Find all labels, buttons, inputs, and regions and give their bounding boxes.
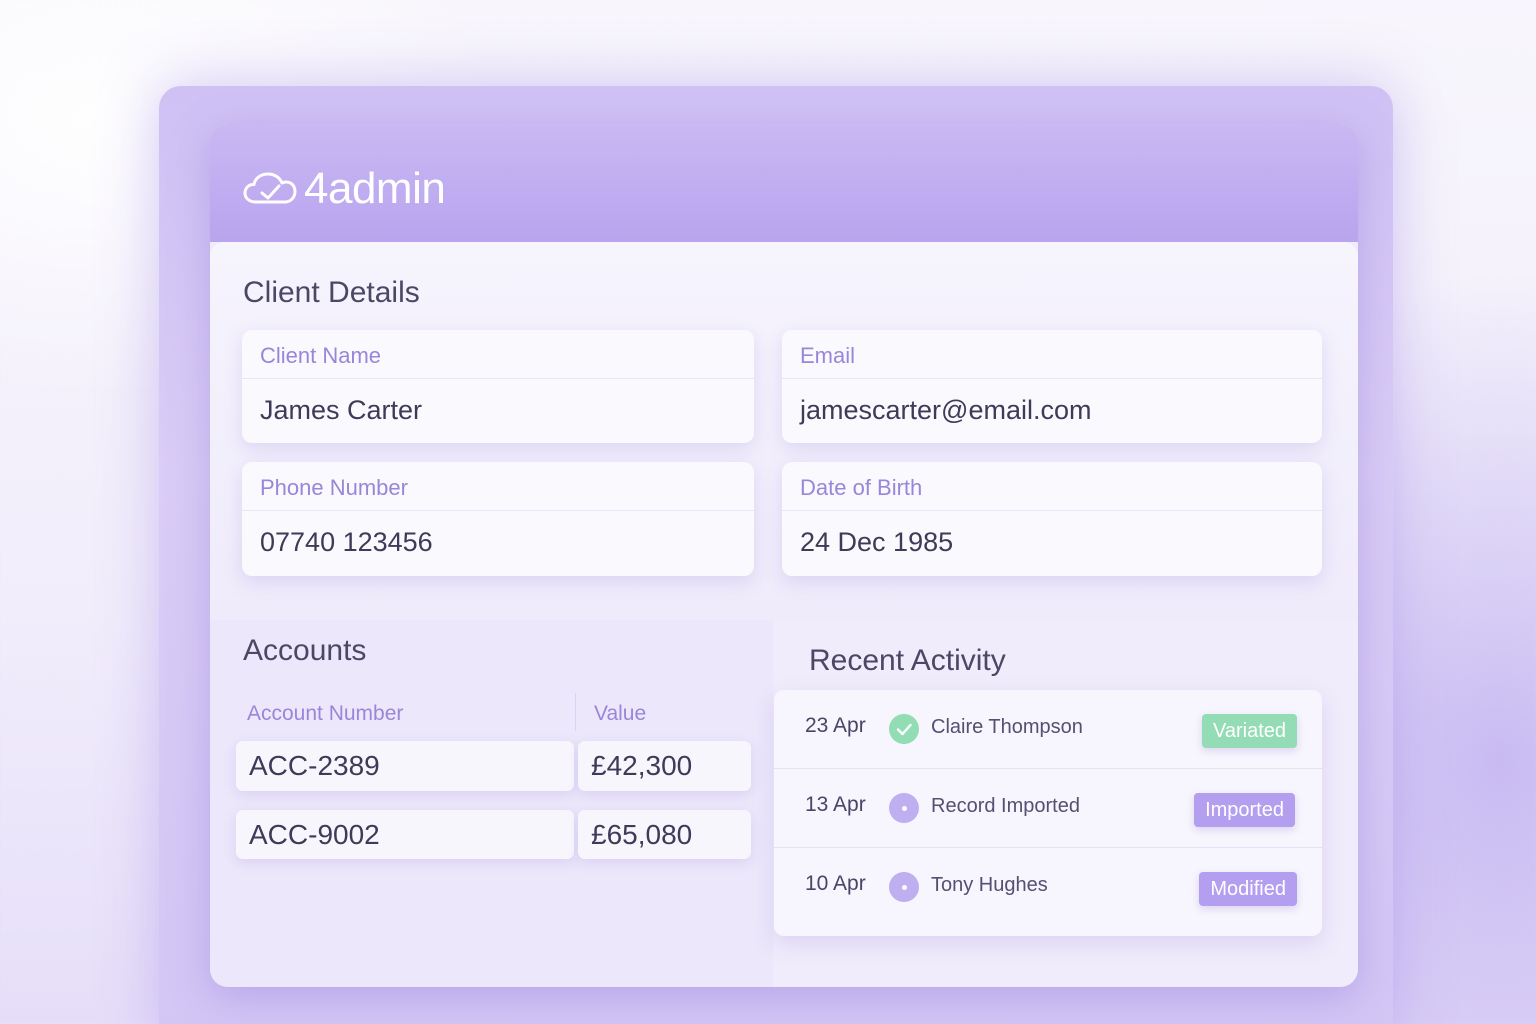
activity-name: Record Imported — [931, 795, 1080, 817]
check-circle-icon — [889, 714, 919, 744]
activity-name: Tony Hughes — [931, 874, 1048, 896]
account-value-cell[interactable]: £42,300 — [578, 741, 751, 791]
client-name-value[interactable]: James Carter — [242, 379, 754, 441]
date-of-birth-label: Date of Birth — [782, 462, 1322, 511]
column-divider — [575, 693, 576, 731]
email-label: Email — [782, 330, 1322, 379]
account-number-cell[interactable]: ACC-9002 — [236, 810, 574, 859]
date-of-birth-field[interactable]: Date of Birth 24 Dec 1985 — [782, 462, 1322, 576]
email-value[interactable]: jamescarter@email.com — [782, 379, 1322, 441]
activity-date: 13 Apr — [805, 793, 866, 816]
column-header-account-number[interactable]: Account Number — [247, 702, 403, 726]
email-field[interactable]: Email jamescarter@email.com — [782, 330, 1322, 443]
app-window: 4admin Client Details Client Name James … — [210, 124, 1358, 987]
accounts-title: Accounts — [243, 634, 367, 667]
header-bar: 4admin — [210, 124, 1358, 242]
accounts-section: Accounts Account Number Value ACC-2389 £… — [210, 620, 773, 987]
date-of-birth-value[interactable]: 24 Dec 1985 — [782, 511, 1322, 573]
dot-circle-icon — [889, 872, 919, 902]
list-item[interactable]: 23 Apr Claire Thompson Variated — [774, 690, 1322, 768]
dot-circle-icon — [889, 793, 919, 823]
phone-number-label: Phone Number — [242, 462, 754, 511]
cloud-check-icon — [242, 172, 298, 206]
client-name-label: Client Name — [242, 330, 754, 379]
activity-list: 23 Apr Claire Thompson Variated 13 Apr R… — [774, 690, 1322, 936]
status-badge: Imported — [1194, 793, 1295, 827]
status-badge: Modified — [1199, 872, 1297, 906]
column-header-value[interactable]: Value — [594, 702, 646, 726]
client-details-section: Client Details Client Name James Carter … — [210, 242, 1358, 620]
recent-activity-section: Recent Activity 23 Apr Claire Thompson V… — [774, 620, 1358, 987]
account-value-cell[interactable]: £65,080 — [578, 810, 751, 859]
client-name-field[interactable]: Client Name James Carter — [242, 330, 754, 443]
activity-name: Claire Thompson — [931, 716, 1083, 738]
recent-activity-title: Recent Activity — [809, 644, 1006, 677]
app-name: 4admin — [304, 164, 446, 213]
phone-number-field[interactable]: Phone Number 07740 123456 — [242, 462, 754, 576]
status-badge: Variated — [1201, 714, 1297, 748]
activity-date: 23 Apr — [805, 714, 866, 737]
client-details-title: Client Details — [243, 276, 420, 309]
phone-number-value[interactable]: 07740 123456 — [242, 511, 754, 573]
list-item[interactable]: 13 Apr Record Imported Imported — [774, 768, 1322, 847]
account-number-cell[interactable]: ACC-2389 — [236, 741, 574, 791]
app-logo[interactable]: 4admin — [242, 164, 446, 214]
activity-date: 10 Apr — [805, 872, 866, 895]
list-item[interactable]: 10 Apr Tony Hughes Modified — [774, 847, 1322, 926]
